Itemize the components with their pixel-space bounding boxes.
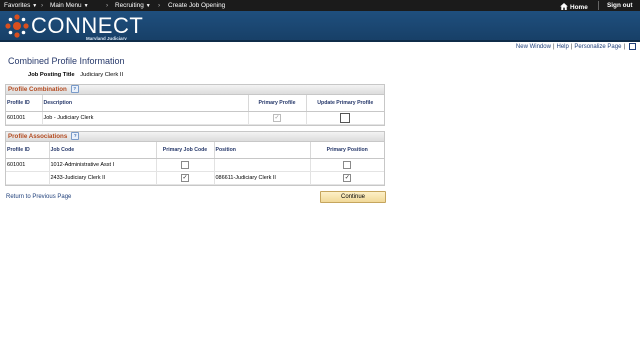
profile-associations-table: Profile ID Job Code Primary Job Code Pos… xyxy=(6,142,384,185)
profile-id-cell: 601001 xyxy=(6,111,43,125)
job-posting-title-row: Job Posting Title Judiciary Clerk II xyxy=(28,72,123,78)
primary-position-checkbox[interactable]: ✓ xyxy=(343,174,352,182)
column-header-primary-profile: Primary Profile xyxy=(248,95,307,112)
primary-position-checkbox[interactable] xyxy=(343,161,352,169)
main-menu-label: Main Menu xyxy=(50,2,82,9)
position-cell: 086611-Judiciary Clerk II xyxy=(214,171,311,185)
primary-position-cell xyxy=(310,158,384,172)
nav-separator-icon: › xyxy=(106,2,109,9)
link-divider: | xyxy=(570,44,573,51)
profile-associations-grid: Profile Associations? Profile ID Job Cod… xyxy=(5,131,385,186)
breadcrumb-recruiting[interactable]: Recruiting ▼ xyxy=(115,2,151,9)
main-menu-caret-icon: ▼ xyxy=(83,3,89,9)
profile-combination-header: Profile Combination? xyxy=(6,85,384,95)
primary-job-code-checkbox[interactable]: ✓ xyxy=(181,174,189,182)
personalize-page-link[interactable]: Personalize Page xyxy=(574,44,621,50)
main-menu[interactable]: Main Menu ▼ xyxy=(50,2,89,9)
nav-separator-icon: › xyxy=(41,2,44,9)
table-header-row: Profile ID Description Primary Profile U… xyxy=(6,95,384,112)
table-row: 2433-Judiciary Clerk II ✓ 086611-Judicia… xyxy=(6,171,384,185)
topbar-divider xyxy=(598,1,599,10)
help-icon[interactable]: ? xyxy=(70,85,79,94)
brand-banner: CONNECT Maryland Judiciary xyxy=(0,11,640,42)
favorites-caret-icon: ▼ xyxy=(32,3,38,9)
favorites-menu[interactable]: Favorites ▼ xyxy=(4,2,37,9)
profile-id-cell xyxy=(6,171,50,185)
top-navigation-bar: Favorites ▼ › Main Menu ▼ › Recruiting ▼ › … xyxy=(0,0,640,11)
column-header-description: Description xyxy=(42,95,249,112)
update-primary-profile-cell xyxy=(306,111,384,125)
help-link[interactable]: Help xyxy=(557,44,569,50)
recruiting-caret-icon: ▼ xyxy=(145,3,151,9)
help-icon[interactable]: ? xyxy=(71,132,80,141)
nav-separator-icon: › xyxy=(158,2,161,9)
table-row: 601001 Job - Judiciary Clerk ✓ xyxy=(6,111,384,125)
table-header-row: Profile ID Job Code Primary Job Code Pos… xyxy=(6,142,384,159)
continue-button[interactable]: Continue xyxy=(320,191,386,203)
new-window-link[interactable]: New Window xyxy=(516,44,551,50)
page-title: Combined Profile Information xyxy=(8,56,125,66)
banner-underline xyxy=(0,40,640,42)
page-options-icon[interactable] xyxy=(629,43,636,50)
profile-combination-title: Profile Combination xyxy=(8,86,67,93)
breadcrumb-create-job-opening[interactable]: Create Job Opening xyxy=(168,2,225,9)
column-header-job-code: Job Code xyxy=(49,142,157,159)
table-row: 601001 1012-Administrative Asst I xyxy=(6,158,384,172)
update-primary-profile-checkbox[interactable] xyxy=(340,113,351,123)
favorites-label: Favorites xyxy=(4,2,31,9)
job-posting-title-label: Job Posting Title xyxy=(28,72,75,78)
link-divider: | xyxy=(623,44,625,51)
utility-links: New Window | Help | Personalize Page | xyxy=(516,43,636,50)
profile-id-cell: 601001 xyxy=(6,158,50,172)
column-header-update-primary-profile: Update Primary Profile xyxy=(306,95,384,112)
profile-associations-title: Profile Associations xyxy=(8,133,68,140)
profile-associations-header: Profile Associations? xyxy=(6,132,384,142)
description-cell: Job - Judiciary Clerk xyxy=(42,111,249,125)
primary-profile-cell: ✓ xyxy=(248,111,307,125)
job-posting-title-value: Judiciary Clerk II xyxy=(80,72,124,78)
home-icon xyxy=(560,3,568,10)
column-header-position: Position xyxy=(214,142,311,159)
position-cell xyxy=(214,158,311,172)
link-divider: | xyxy=(552,44,555,51)
breadcrumb-recruiting-label: Recruiting xyxy=(115,2,144,9)
profile-combination-grid: Profile Combination? Profile ID Descript… xyxy=(5,84,385,126)
logo-mark-icon xyxy=(5,14,29,38)
job-code-cell: 2433-Judiciary Clerk II xyxy=(49,171,157,185)
column-header-primary-position: Primary Position xyxy=(310,142,384,159)
column-header-primary-job-code: Primary Job Code xyxy=(156,142,215,159)
column-header-profile-id: Profile ID xyxy=(6,95,43,112)
primary-job-code-checkbox[interactable] xyxy=(181,161,189,169)
primary-job-code-cell xyxy=(156,158,215,172)
primary-profile-checkbox: ✓ xyxy=(273,114,281,122)
primary-position-cell: ✓ xyxy=(310,171,384,185)
column-header-profile-id: Profile ID xyxy=(6,142,50,159)
primary-job-code-cell: ✓ xyxy=(156,171,215,185)
sign-out-link[interactable]: Sign out xyxy=(607,2,633,9)
job-code-cell: 1012-Administrative Asst I xyxy=(49,158,157,172)
return-to-previous-page-link[interactable]: Return to Previous Page xyxy=(6,194,71,200)
home-label: Home xyxy=(570,4,588,11)
profile-combination-table: Profile ID Description Primary Profile U… xyxy=(6,95,384,125)
home-link[interactable]: Home xyxy=(560,2,588,11)
